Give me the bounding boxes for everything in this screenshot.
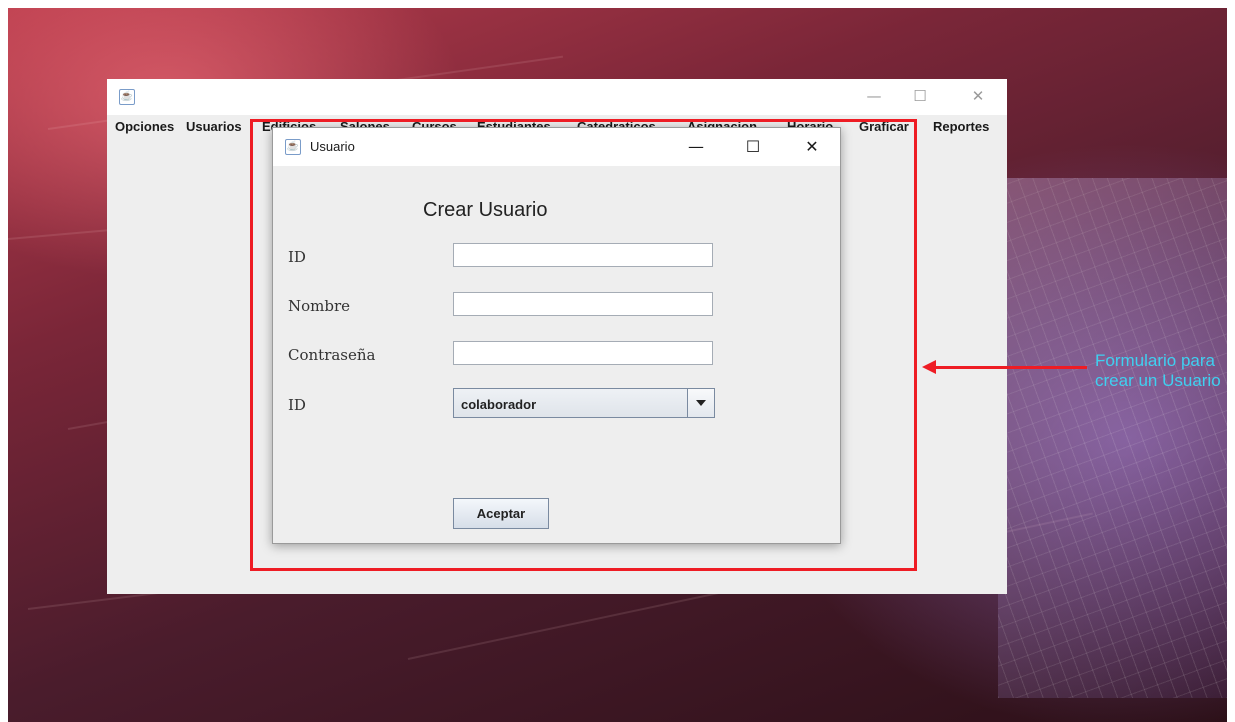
java-coffee-icon: ☕ <box>119 89 135 105</box>
annotation-arrow-line <box>935 366 1087 369</box>
maximize-button[interactable]: ☐ <box>897 79 943 113</box>
minimize-button[interactable]: — <box>851 79 897 113</box>
menu-opciones[interactable]: Opciones <box>115 119 174 134</box>
annotation-highlight-box <box>250 119 917 571</box>
main-titlebar: ☕ — ☐ ✕ <box>107 79 1007 115</box>
menu-usuarios[interactable]: Usuarios <box>186 119 242 134</box>
annotation-arrow-head <box>922 360 936 374</box>
close-button[interactable]: ✕ <box>955 79 1001 113</box>
menu-reportes[interactable]: Reportes <box>933 119 989 134</box>
annotation-text: Formulario para crear un Usuario <box>1095 351 1221 390</box>
wallpaper-city-graphic <box>998 178 1227 698</box>
